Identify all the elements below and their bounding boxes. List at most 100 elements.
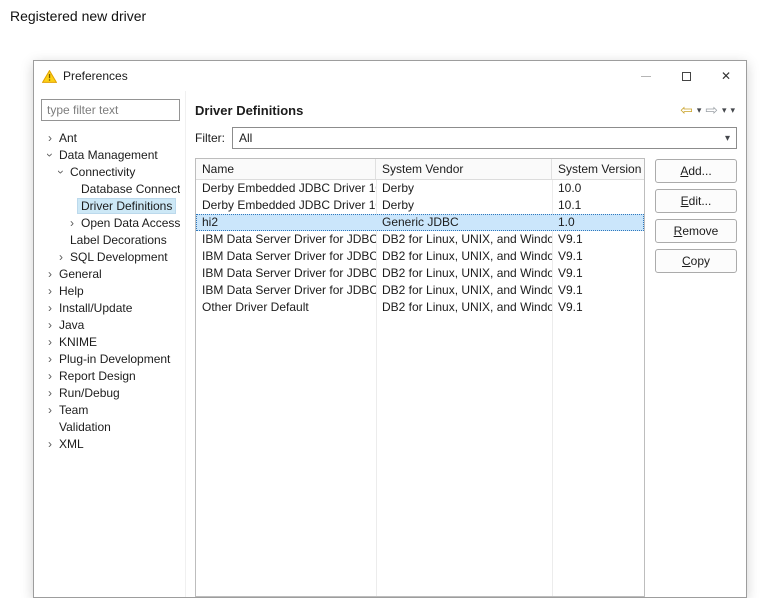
edit-button[interactable]: Edit... bbox=[655, 189, 737, 213]
cell-name: Derby Embedded JDBC Driver 10.0... bbox=[196, 180, 376, 197]
cell-name: IBM Data Server Driver for JDBC an... bbox=[196, 248, 376, 265]
table-row[interactable]: IBM Data Server Driver for JDBC an...DB2… bbox=[196, 265, 644, 282]
preferences-dialog: Preferences ✕ ›Ant›Data Management›Conne… bbox=[33, 60, 747, 598]
chevron-right-icon[interactable]: › bbox=[66, 217, 78, 229]
sidebar-item-label: Driver Definitions bbox=[78, 199, 175, 213]
column-header-name-label: Name bbox=[202, 162, 234, 176]
sidebar-item-label-decorations[interactable]: Label Decorations bbox=[41, 231, 180, 248]
table-body: Derby Embedded JDBC Driver 10.0...Derby1… bbox=[196, 180, 644, 316]
chevron-down-icon[interactable]: › bbox=[44, 149, 56, 161]
back-icon[interactable]: ⇦ bbox=[680, 103, 693, 118]
sidebar-item-help[interactable]: ›Help bbox=[41, 282, 180, 299]
sidebar-item-open-data-access[interactable]: ›Open Data Access bbox=[41, 214, 180, 231]
sidebar-item-label: Install/Update bbox=[56, 301, 135, 315]
forward-dropdown-icon[interactable]: ▾ bbox=[722, 106, 727, 115]
sidebar-item-validation[interactable]: Validation bbox=[41, 418, 180, 435]
cell-name: IBM Data Server Driver for JDBC an... bbox=[196, 265, 376, 282]
warning-icon bbox=[42, 70, 57, 83]
sidebar-item-sql-development[interactable]: ›SQL Development bbox=[41, 248, 180, 265]
table-row[interactable]: hi2Generic JDBC1.0 bbox=[196, 214, 644, 231]
column-header-version[interactable]: System Version bbox=[552, 159, 644, 179]
cell-version: 10.1 bbox=[552, 197, 644, 214]
chevron-right-icon[interactable]: › bbox=[44, 132, 56, 144]
sidebar-item-data-management[interactable]: ›Data Management bbox=[41, 146, 180, 163]
chevron-right-icon[interactable]: › bbox=[44, 319, 56, 331]
cell-name: IBM Data Server Driver for JDBC an... bbox=[196, 282, 376, 299]
cell-version: V9.1 bbox=[552, 265, 644, 282]
sidebar-item-label: Database Connectic bbox=[78, 182, 180, 196]
view-menu-icon[interactable]: ▾ bbox=[730, 106, 735, 115]
copy-button[interactable]: Copy bbox=[655, 249, 737, 273]
back-dropdown-icon[interactable]: ▾ bbox=[697, 106, 702, 115]
chevron-right-icon[interactable]: › bbox=[44, 438, 56, 450]
chevron-down-icon[interactable]: › bbox=[55, 166, 67, 178]
table-row[interactable]: IBM Data Server Driver for JDBC an...DB2… bbox=[196, 248, 644, 265]
window-controls: ✕ bbox=[626, 61, 746, 91]
chevron-right-icon[interactable]: › bbox=[44, 404, 56, 416]
sidebar-item-install-update[interactable]: ›Install/Update bbox=[41, 299, 180, 316]
chevron-right-icon[interactable]: › bbox=[55, 251, 67, 263]
table-row[interactable]: IBM Data Server Driver for JDBC an...DB2… bbox=[196, 282, 644, 299]
sidebar-item-ant[interactable]: ›Ant bbox=[41, 129, 180, 146]
add-button[interactable]: Add... bbox=[655, 159, 737, 183]
table-row[interactable]: Other Driver DefaultDB2 for Linux, UNIX,… bbox=[196, 299, 644, 316]
chevron-right-icon[interactable]: › bbox=[44, 353, 56, 365]
sidebar-item-run-debug[interactable]: ›Run/Debug bbox=[41, 384, 180, 401]
cell-vendor: DB2 for Linux, UNIX, and Windows bbox=[376, 248, 552, 265]
titlebar[interactable]: Preferences ✕ bbox=[34, 61, 746, 91]
sidebar-item-label: Data Management bbox=[56, 148, 161, 162]
minimize-button[interactable] bbox=[626, 61, 666, 91]
cell-vendor: DB2 for Linux, UNIX, and Windows bbox=[376, 299, 552, 316]
sidebar-item-label: Java bbox=[56, 318, 87, 332]
cell-name: IBM Data Server Driver for JDBC an... bbox=[196, 231, 376, 248]
sidebar-item-report-design[interactable]: ›Report Design bbox=[41, 367, 180, 384]
sidebar-item-java[interactable]: ›Java bbox=[41, 316, 180, 333]
sidebar-item-database-connectic[interactable]: Database Connectic bbox=[41, 180, 180, 197]
chevron-right-icon[interactable]: › bbox=[44, 268, 56, 280]
content-area: Driver Definitions ⇦ ▾ ⇨ ▾ ▾ Filter: All… bbox=[186, 91, 746, 597]
filter-label: Filter: bbox=[195, 131, 225, 145]
chevron-right-icon[interactable]: › bbox=[44, 387, 56, 399]
cell-vendor: Derby bbox=[376, 197, 552, 214]
remove-button[interactable]: Remove bbox=[655, 219, 737, 243]
sidebar-item-team[interactable]: ›Team bbox=[41, 401, 180, 418]
tree-filter-input[interactable] bbox=[41, 99, 180, 121]
forward-icon[interactable]: ⇨ bbox=[705, 103, 718, 118]
column-header-vendor[interactable]: System Vendor bbox=[376, 159, 552, 179]
sidebar-item-knime[interactable]: ›KNIME bbox=[41, 333, 180, 350]
column-header-name[interactable]: Name ˆ bbox=[196, 159, 376, 179]
sidebar-item-general[interactable]: ›General bbox=[41, 265, 180, 282]
preferences-tree: ›Ant›Data Management›ConnectivityDatabas… bbox=[41, 129, 180, 452]
maximize-button[interactable] bbox=[666, 61, 706, 91]
filter-row: Filter: All ▾ bbox=[195, 127, 737, 149]
sidebar-item-label: Run/Debug bbox=[56, 386, 123, 400]
filter-combo[interactable]: All ▾ bbox=[232, 127, 737, 149]
cell-version: V9.1 bbox=[552, 282, 644, 299]
cell-name: Derby Embedded JDBC Driver 10.1... bbox=[196, 197, 376, 214]
sidebar-item-xml[interactable]: ›XML bbox=[41, 435, 180, 452]
chevron-right-icon[interactable]: › bbox=[44, 302, 56, 314]
table-row[interactable]: IBM Data Server Driver for JDBC an...DB2… bbox=[196, 231, 644, 248]
chevron-right-icon[interactable]: › bbox=[44, 336, 56, 348]
sidebar-item-label: General bbox=[56, 267, 105, 281]
button-stack: Add... Edit... Remove Copy bbox=[655, 158, 737, 597]
close-button[interactable]: ✕ bbox=[706, 61, 746, 91]
sidebar-item-connectivity[interactable]: ›Connectivity bbox=[41, 163, 180, 180]
cell-vendor: DB2 for Linux, UNIX, and Windows bbox=[376, 231, 552, 248]
sidebar-item-label: Report Design bbox=[56, 369, 139, 383]
chevron-right-icon[interactable]: › bbox=[44, 370, 56, 382]
cell-version: V9.1 bbox=[552, 299, 644, 316]
table-header: Name ˆ System Vendor System Version bbox=[196, 159, 644, 180]
column-header-vendor-label: System Vendor bbox=[382, 162, 463, 176]
sidebar-item-driver-definitions[interactable]: Driver Definitions bbox=[41, 197, 180, 214]
sort-ascending-icon: ˆ bbox=[284, 159, 287, 168]
sidebar-item-plug-in-development[interactable]: ›Plug-in Development bbox=[41, 350, 180, 367]
table-row[interactable]: Derby Embedded JDBC Driver 10.0...Derby1… bbox=[196, 180, 644, 197]
chevron-right-icon[interactable]: › bbox=[44, 285, 56, 297]
dialog-title: Preferences bbox=[63, 69, 128, 83]
combo-caret-icon: ▾ bbox=[725, 133, 730, 144]
cell-version: V9.1 bbox=[552, 248, 644, 265]
page-caption: Registered new driver bbox=[10, 8, 146, 24]
sidebar-item-label: Validation bbox=[56, 420, 114, 434]
table-row[interactable]: Derby Embedded JDBC Driver 10.1...Derby1… bbox=[196, 197, 644, 214]
